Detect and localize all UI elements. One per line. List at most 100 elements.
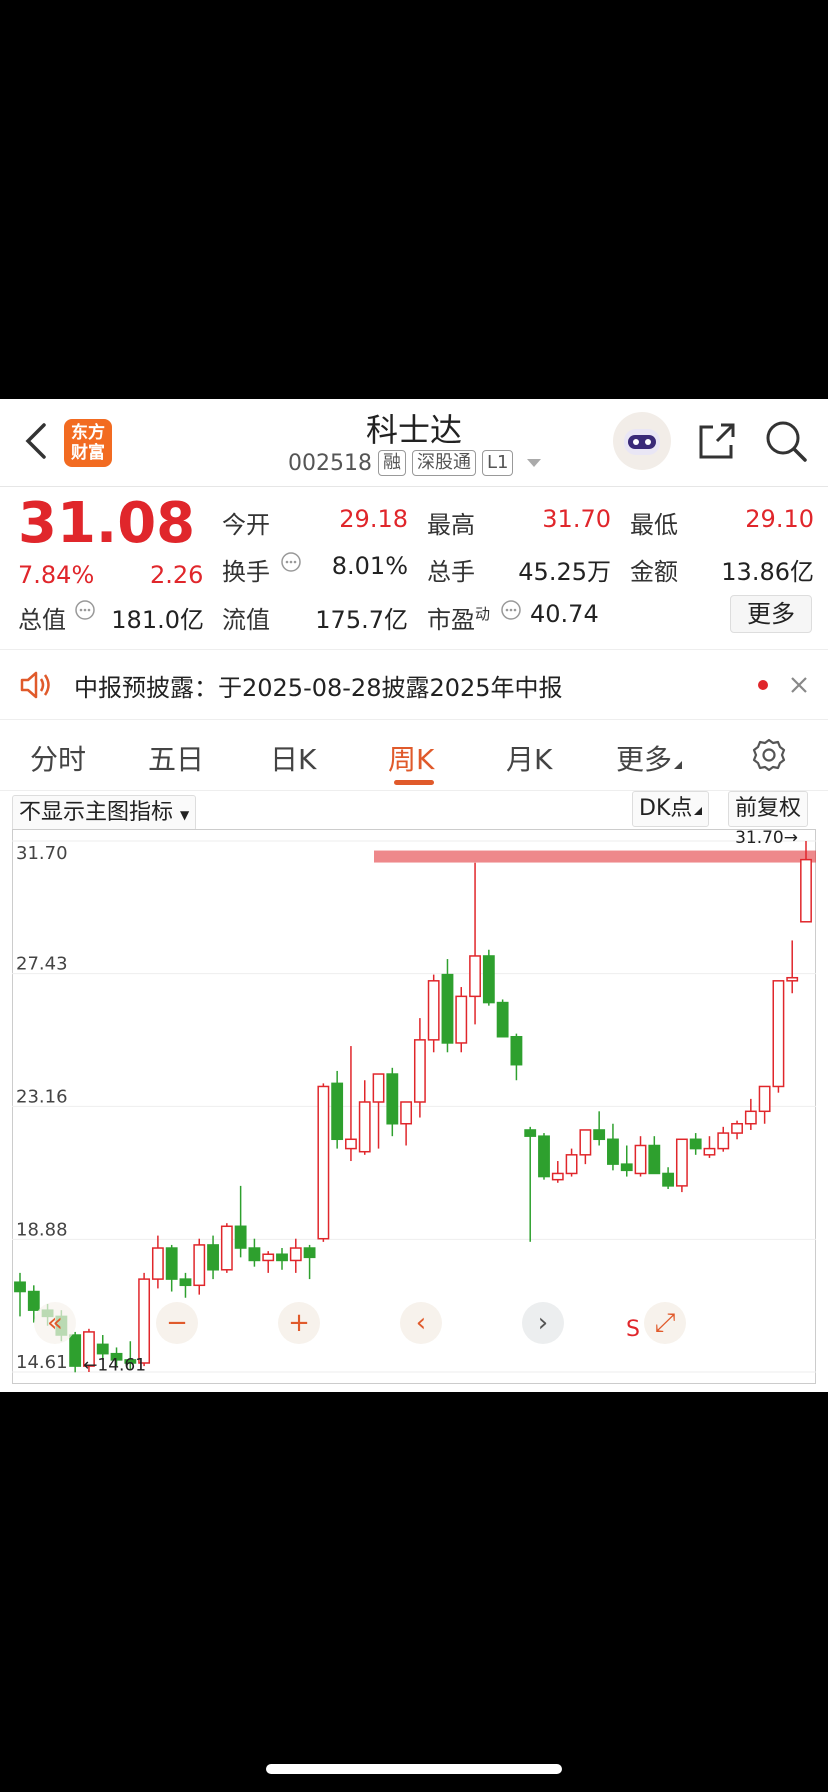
more-button[interactable]: 更多 xyxy=(730,595,812,633)
stock-code: 002518 xyxy=(288,450,372,476)
candle-body xyxy=(703,1147,716,1156)
close-icon[interactable] xyxy=(788,674,810,696)
y-tick-label: 18.88 xyxy=(16,1219,68,1240)
market-cap-value: 181.0亿 xyxy=(111,606,204,634)
notice-text: 中报预披露：于2025-08-28披露2025年中报 xyxy=(74,674,563,702)
y-tick-label: 14.61 xyxy=(16,1352,68,1373)
candle-body xyxy=(538,1135,550,1178)
high-label: 最高 xyxy=(427,511,475,539)
y-tick-label: 31.70 xyxy=(16,843,68,864)
candle-body xyxy=(427,980,440,1041)
weekly-k-chart[interactable]: 31.70 27.43 23.16 18.88 14.61 31.70→ ←14.61 xyxy=(12,829,816,1384)
open-label: 今开 xyxy=(222,511,270,539)
max-price-label: 31.70→ xyxy=(735,829,798,848)
info-icon[interactable] xyxy=(74,599,96,621)
chevron-down-icon[interactable] xyxy=(527,459,542,467)
candle-body xyxy=(193,1244,206,1287)
candle-body xyxy=(276,1253,288,1262)
info-icon[interactable] xyxy=(280,551,302,573)
candle-body xyxy=(579,1129,592,1156)
candle-body xyxy=(27,1290,40,1311)
candle-body xyxy=(620,1163,633,1172)
candle-body xyxy=(565,1154,578,1175)
tab-weekly-k[interactable]: 周K xyxy=(388,738,434,778)
turnover-value: 8.01% xyxy=(331,552,408,580)
candle-body xyxy=(345,1138,357,1150)
corner-triangle-icon xyxy=(674,761,683,769)
change-amount: 2.26 xyxy=(150,561,204,589)
scroll-left-far-button[interactable]: « xyxy=(34,1302,76,1344)
candle-body xyxy=(372,1073,385,1103)
tab-more[interactable]: 更多 xyxy=(616,738,683,778)
tab-monthly-k[interactable]: 月K xyxy=(506,738,552,778)
candle-body xyxy=(634,1144,647,1175)
assistant-robot-icon[interactable] xyxy=(612,411,672,471)
info-icon[interactable] xyxy=(500,599,522,621)
candle-body xyxy=(758,1085,771,1113)
candle-body xyxy=(14,1281,26,1293)
candle-body xyxy=(593,1129,606,1141)
current-price: 31.08 xyxy=(18,491,196,556)
candle-body xyxy=(303,1247,316,1259)
home-indicator xyxy=(266,1764,562,1774)
corner-triangle-icon xyxy=(694,807,703,815)
candle-body xyxy=(262,1253,275,1262)
dk-point-button[interactable]: DK点 xyxy=(632,791,710,827)
candle-body xyxy=(69,1334,82,1367)
candle-body xyxy=(744,1110,757,1125)
candle-body xyxy=(551,1172,564,1181)
notice-bar[interactable]: 中报预披露：于2025-08-28披露2025年中报 xyxy=(0,649,828,720)
zoom-in-button[interactable]: + xyxy=(278,1302,320,1344)
change-percent: 7.84% xyxy=(18,561,95,589)
candle-body xyxy=(607,1138,619,1165)
candle-body xyxy=(317,1085,330,1240)
candle-body xyxy=(400,1101,413,1125)
indicator-select[interactable]: 不显示主图指标 ▼ xyxy=(12,795,197,831)
share-icon[interactable] xyxy=(695,419,739,463)
resistance-line xyxy=(374,850,816,863)
open-value: 29.18 xyxy=(339,505,408,533)
candle-body xyxy=(220,1225,233,1271)
tag-level: L1 xyxy=(481,450,514,476)
tag-margin: 融 xyxy=(377,450,406,476)
candle-body xyxy=(800,858,812,923)
speaker-icon xyxy=(18,668,54,702)
fullscreen-button[interactable]: ⤢ xyxy=(644,1302,686,1344)
candle-body xyxy=(772,980,785,1088)
tab-five-day[interactable]: 五日 xyxy=(148,738,204,778)
tab-intraday[interactable]: 分时 xyxy=(30,738,86,778)
candle-body xyxy=(482,955,495,1004)
candle-body xyxy=(648,1144,661,1175)
candle-body xyxy=(386,1073,399,1125)
tag-connect: 深股通 xyxy=(411,450,476,476)
low-label: 最低 xyxy=(630,511,678,539)
candle-body xyxy=(413,1039,426,1103)
candle-body xyxy=(662,1172,675,1187)
turnover-label: 换手 xyxy=(222,558,270,586)
scroll-right-button[interactable]: › xyxy=(522,1302,564,1344)
float-cap-label: 流值 xyxy=(222,606,270,634)
candle-body xyxy=(731,1122,743,1134)
adjust-button[interactable]: 前复权 xyxy=(728,791,809,827)
candle-body xyxy=(469,955,481,998)
candle-body xyxy=(96,1343,109,1355)
market-cap-label: 总值 xyxy=(18,606,66,634)
candle-body xyxy=(689,1138,702,1150)
float-cap-value: 175.7亿 xyxy=(315,606,408,634)
tab-daily-k[interactable]: 日K xyxy=(270,738,316,778)
candle-body xyxy=(358,1101,371,1153)
candle-body xyxy=(151,1247,164,1280)
candle-body xyxy=(510,1035,523,1066)
candle-body xyxy=(179,1278,192,1287)
zoom-out-button[interactable]: − xyxy=(156,1302,198,1344)
candle-body xyxy=(496,1001,509,1038)
stock-panel: 东方财富 科士达 002518 融 深股通 L1 31.08 7.84% 2.2… xyxy=(0,399,828,1392)
candle-body xyxy=(331,1082,344,1141)
min-price-label: ←14.61 xyxy=(83,1355,146,1375)
search-icon[interactable] xyxy=(764,419,808,463)
candle-body xyxy=(138,1278,151,1364)
scroll-left-button[interactable]: ‹ xyxy=(400,1302,442,1344)
divider xyxy=(0,486,828,487)
amount-label: 金额 xyxy=(630,558,678,586)
gear-icon[interactable] xyxy=(750,736,788,774)
